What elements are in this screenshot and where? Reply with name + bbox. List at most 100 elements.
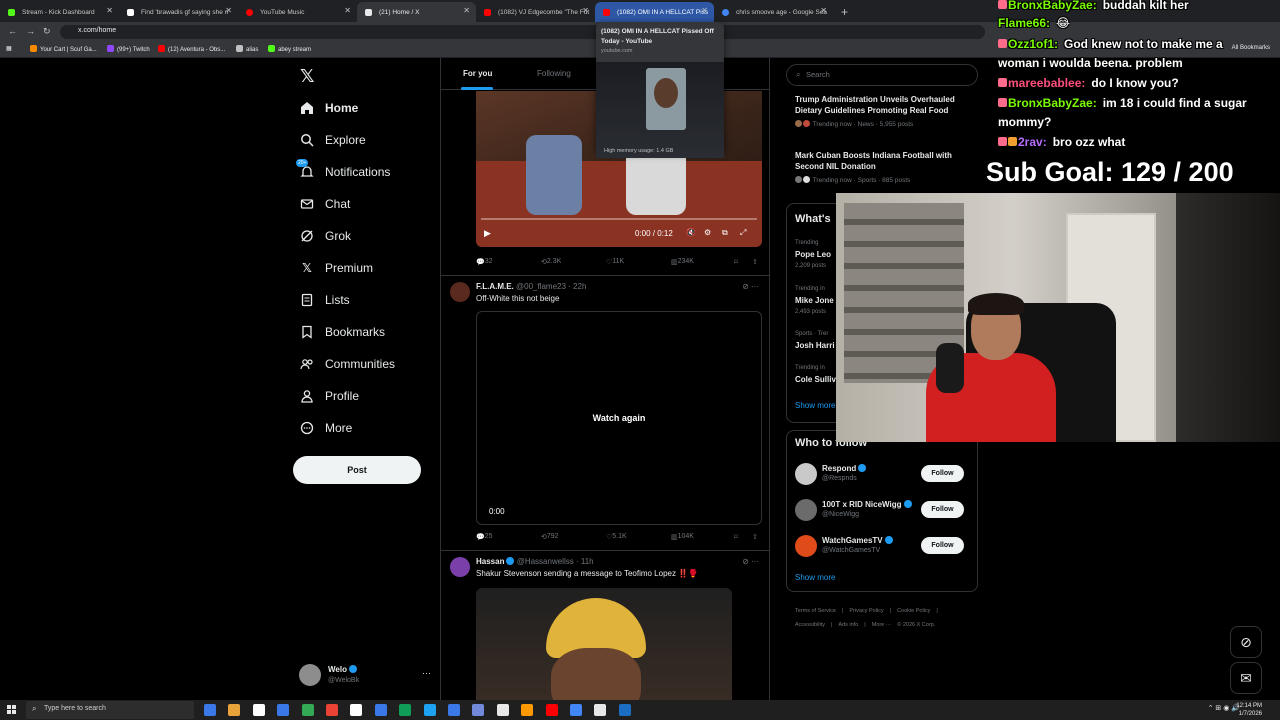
grok-floating-button[interactable]: ⊘	[1230, 626, 1262, 658]
search-input[interactable]: ⌕ Search	[786, 64, 978, 86]
browser-tab-active[interactable]: (21) Home / X ✕	[357, 2, 476, 22]
follow-button[interactable]: Follow	[921, 465, 964, 482]
footer-link[interactable]: Accessibility	[795, 622, 825, 628]
follow-suggestion[interactable]: WatchGamesTV @WatchGamesTV Follow	[795, 534, 970, 560]
avatar[interactable]	[795, 463, 817, 485]
repost-button[interactable]: ⟲ 2.3K	[541, 258, 561, 266]
nav-communities[interactable]: Communities	[300, 353, 395, 375]
footer-link[interactable]: Cookie Policy	[897, 608, 930, 614]
tab-for-you[interactable]: For you	[463, 69, 492, 78]
tweet-video[interactable]	[476, 588, 732, 700]
bookmark-item[interactable]: alias	[236, 45, 258, 53]
account-switcher[interactable]: Welo @WeloBk ···	[299, 664, 431, 688]
windows-start-icon[interactable]	[7, 705, 17, 715]
taskbar-app-icon[interactable]	[301, 704, 314, 716]
back-icon[interactable]: ←	[8, 26, 17, 36]
browser-tab[interactable]: (1082) VJ Edgecombe "The Fut ✕	[476, 2, 595, 22]
footer-link[interactable]: More ···	[872, 622, 892, 628]
taskbar-app-icon[interactable]	[496, 704, 509, 716]
nav-explore[interactable]: Explore	[300, 129, 366, 151]
all-bookmarks-button[interactable]: All Bookmarks	[1232, 45, 1270, 51]
taskbar-app-icon[interactable]	[545, 704, 558, 716]
grok-and-more-icons[interactable]: ⊘ ···	[742, 557, 759, 566]
fullscreen-icon[interactable]: ⤢	[740, 228, 746, 238]
like-button[interactable]: ♡ 5.1K	[606, 533, 627, 541]
browser-tab-hovered[interactable]: (1082) OMI IN A HELLCAT Piss ✕	[595, 2, 714, 22]
bookmark-item[interactable]: (12) Aventura - Obs...	[158, 45, 225, 53]
footer-link[interactable]: Privacy Policy	[849, 608, 883, 614]
bookmark-icon[interactable]: ⌑	[734, 533, 738, 541]
news-item[interactable]: Mark Cuban Boosts Indiana Football with …	[795, 150, 965, 184]
nav-premium[interactable]: 𝕏 Premium	[300, 257, 373, 279]
like-button[interactable]: ♡ 11K	[606, 258, 624, 266]
trend-name[interactable]: Cole Sulliv	[795, 375, 836, 384]
bookmark-item[interactable]: abey stream	[268, 45, 311, 53]
more-options-icon[interactable]: ···	[422, 668, 431, 678]
show-more-link[interactable]: Show more	[795, 573, 835, 582]
close-icon[interactable]: ✕	[701, 6, 708, 15]
author-name[interactable]: F.L.A.M.E.	[476, 282, 514, 291]
taskbar-app-icon[interactable]	[204, 704, 216, 716]
play-icon[interactable]: ▶	[484, 228, 491, 239]
taskbar-app-icon[interactable]	[399, 704, 412, 716]
volume-icon[interactable]: 🔇	[686, 228, 696, 237]
reply-button[interactable]: 💬 25	[476, 533, 493, 541]
avatar[interactable]	[795, 499, 817, 521]
close-icon[interactable]: ✕	[582, 6, 589, 15]
apps-icon[interactable]: ▦	[6, 45, 12, 52]
nav-grok[interactable]: Grok	[300, 225, 351, 247]
nav-more[interactable]: More	[300, 417, 352, 439]
follow-button[interactable]: Follow	[921, 537, 964, 554]
browser-tab[interactable]: Stream - Kick Dashboard ✕	[0, 2, 119, 22]
taskbar-app-icon[interactable]	[618, 704, 631, 716]
grok-and-more-icons[interactable]: ⊘ ···	[742, 282, 759, 291]
browser-tab[interactable]: YouTube Music ✕	[238, 2, 357, 22]
follow-suggestion[interactable]: 100T x RID NiceWigg @NiceWigg Follow	[795, 498, 970, 524]
trend-name[interactable]: Pope Leo	[795, 250, 831, 259]
video-progress-bar[interactable]	[481, 218, 757, 220]
taskbar-app-icon[interactable]	[350, 704, 363, 716]
tweet-video[interactable]: Watch again 0:00	[476, 311, 762, 525]
taskbar-app-icon[interactable]	[472, 704, 485, 716]
taskbar-app-icon[interactable]	[570, 704, 582, 716]
taskbar-app-icon[interactable]	[521, 704, 534, 716]
follow-button[interactable]: Follow	[921, 501, 964, 518]
close-icon[interactable]: ✕	[463, 6, 470, 15]
nav-lists[interactable]: Lists	[300, 289, 350, 311]
close-icon[interactable]: ✕	[106, 6, 113, 15]
show-more-link[interactable]: Show more	[795, 401, 835, 410]
watch-again-button[interactable]: Watch again	[477, 413, 761, 423]
close-icon[interactable]: ✕	[225, 6, 232, 15]
views-count[interactable]: ▥ 234K	[671, 258, 694, 266]
x-logo-icon[interactable]: 𝕏	[300, 66, 315, 87]
footer-link[interactable]: Terms of Service	[795, 608, 836, 614]
taskbar-app-icon[interactable]	[594, 704, 607, 716]
taskbar-app-icon[interactable]	[326, 704, 338, 716]
bookmark-item[interactable]: (99+) Twitch	[107, 45, 150, 53]
author-handle[interactable]: @00_flame23 · 22h	[516, 282, 586, 291]
reply-button[interactable]: 💬 32	[476, 258, 493, 266]
trend-name[interactable]: Mike Jone	[795, 296, 834, 305]
bookmark-icon[interactable]: ⌑	[734, 258, 738, 266]
taskbar-app-icon[interactable]	[374, 704, 387, 716]
news-item[interactable]: Trump Administration Unveils Overhauled …	[795, 94, 965, 128]
close-icon[interactable]: ✕	[820, 6, 827, 15]
nav-profile[interactable]: Profile	[300, 385, 359, 407]
author-handle[interactable]: @Hassanwellss · 11h	[517, 557, 594, 566]
browser-tab[interactable]: chris smoove age - Google Sea ✕	[714, 2, 833, 22]
follow-suggestion[interactable]: Respond @Respnds Follow	[795, 462, 970, 488]
views-count[interactable]: ▥ 104K	[671, 533, 694, 541]
reload-icon[interactable]: ↻	[43, 26, 51, 37]
taskbar-app-icon[interactable]	[423, 704, 436, 716]
repost-button[interactable]: ⟲ 792	[541, 533, 559, 541]
close-icon[interactable]: ✕	[344, 6, 351, 15]
taskbar-clock[interactable]: 12:14 PM 1/7/2026	[1236, 702, 1262, 718]
nav-bookmarks[interactable]: Bookmarks	[300, 321, 385, 343]
system-tray-icons[interactable]: ⌃ ⊞ ◉ 🔊	[1208, 704, 1240, 712]
forward-icon[interactable]: →	[26, 26, 35, 36]
settings-icon[interactable]: ⚙	[704, 228, 711, 237]
avatar[interactable]	[450, 557, 470, 577]
nav-chat[interactable]: Chat	[300, 193, 350, 215]
tab-following[interactable]: Following	[537, 69, 571, 78]
post-button[interactable]: Post	[293, 456, 421, 484]
